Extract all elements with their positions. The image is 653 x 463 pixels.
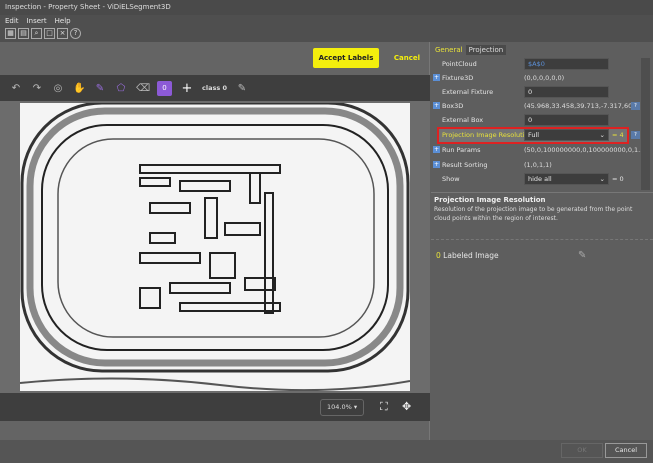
external-fixture-input[interactable]: 0 — [524, 86, 609, 98]
polygon-icon[interactable]: ⬠ — [115, 83, 127, 94]
property-value: (0,0,0,0,0,0) — [524, 74, 565, 82]
labeled-count: 0 — [436, 251, 441, 260]
table-icon[interactable]: ▤ — [18, 28, 29, 39]
accept-labels-button[interactable]: Accept Labels — [313, 48, 379, 68]
fit-to-screen-icon[interactable]: ⛶ — [380, 400, 388, 414]
undo-icon[interactable]: ↶ — [10, 83, 22, 94]
menu-bar: Edit Insert Help — [0, 15, 653, 27]
property-result-sorting: + Result Sorting (1,0,1,1) — [432, 158, 640, 172]
expand-icon[interactable]: + — [433, 102, 440, 109]
grid-icon[interactable]: ▦ — [5, 28, 16, 39]
expand-icon[interactable]: + — [433, 161, 440, 168]
zoom-value: 104.0% — [327, 403, 352, 411]
property-label: PointCloud — [442, 60, 477, 68]
expand-icon[interactable]: + — [433, 146, 440, 153]
toolbar: ▦ ▤ ⌕ □ ⨯ ? — [0, 27, 653, 42]
tab-general[interactable]: General — [432, 45, 466, 55]
property-label: Fixture3D — [442, 74, 474, 82]
property-label: Result Sorting — [442, 161, 488, 169]
property-value: (50,0,100000000,0,100000000,0,1... — [524, 146, 645, 154]
redo-icon[interactable]: ↷ — [31, 83, 43, 94]
property-scrollbar[interactable] — [641, 58, 650, 190]
property-tabs: General Projection — [432, 45, 507, 55]
canvas-bottom-bar — [0, 393, 430, 421]
external-box-input[interactable]: 0 — [524, 114, 609, 126]
menu-insert[interactable]: Insert — [27, 17, 47, 25]
property-run-params: + Run Params (50,0,100000000,0,100000000,0… — [432, 143, 644, 157]
chevron-down-icon: ▾ — [353, 403, 358, 411]
property-external-fixture: External Fixture 0 — [432, 85, 640, 99]
menu-edit[interactable]: Edit — [5, 17, 19, 25]
dialog-footer — [0, 440, 653, 463]
hand-icon[interactable]: ✋ — [73, 83, 85, 94]
property-label: Run Params — [442, 146, 481, 154]
cancel-button[interactable]: Cancel — [605, 443, 647, 458]
property-description: Projection Image Resolution Resolution o… — [431, 192, 653, 240]
cancel-labels-button[interactable]: Cancel — [390, 48, 424, 68]
property-box3d: + Box3D (45.968,33.458,39.713,-7.317,60.4.… — [432, 99, 645, 113]
property-show: Show hide all ⌄ = 0 — [432, 172, 640, 186]
property-value: (45.968,33.458,39.713,-7.317,60.4... — [524, 102, 645, 110]
select-value: Full — [528, 131, 540, 139]
property-label: Box3D — [442, 102, 464, 110]
title-bar: Inspection - Property Sheet - ViDiELSegm… — [0, 0, 653, 15]
add-class-icon[interactable]: + — [181, 81, 193, 96]
eraser-icon[interactable]: ⌫ — [136, 83, 150, 94]
chevron-down-icon: ⌄ — [599, 175, 605, 183]
show-select[interactable]: hide all ⌄ — [524, 173, 609, 185]
resolution-select[interactable]: Full ⌄ — [524, 129, 609, 141]
property-label: External Fixture — [442, 88, 494, 96]
property-label: Projection Image Resolution — [442, 131, 533, 139]
labeled-image-row: 0 Labeled Image — [436, 251, 499, 260]
move-icon[interactable]: ✥ — [402, 400, 411, 413]
labeled-label: Labeled Image — [443, 251, 499, 260]
property-projection-resolution: Projection Image Resolution Full ⌄ = 4? — [432, 128, 640, 142]
chevron-down-icon: ⌄ — [599, 131, 605, 139]
property-suffix: = 4 — [612, 131, 624, 139]
edit-toolbar: ↶ ↷ ◎ ✋ ✎ ⬠ ⌫ 0 + class 0 ✎ — [0, 75, 430, 101]
property-fixture3d: + Fixture3D (0,0,0,0,0,0) — [432, 71, 640, 85]
description-title: Projection Image Resolution — [434, 196, 546, 204]
zoom-select[interactable]: 104.0% ▾ — [320, 399, 364, 416]
property-external-box: External Box 0 — [432, 113, 640, 127]
property-suffix: = 0 — [612, 175, 624, 183]
class-count-badge[interactable]: 0 — [157, 80, 172, 96]
property-value: (1,0,1,1) — [524, 161, 552, 169]
property-label: Show — [442, 175, 460, 183]
target-icon[interactable]: ◎ — [52, 83, 64, 94]
brush-icon[interactable]: ✎ — [94, 83, 106, 94]
pencil-icon[interactable]: ✎ — [578, 250, 586, 261]
projection-image[interactable] — [19, 101, 411, 392]
help-icon[interactable]: ? — [70, 28, 81, 39]
expand-icon[interactable]: + — [433, 74, 440, 81]
help-icon[interactable]: ? — [631, 102, 640, 110]
help-icon[interactable]: ? — [631, 131, 640, 139]
property-label: External Box — [442, 116, 484, 124]
pencil-icon[interactable]: ✎ — [236, 83, 248, 94]
description-text: Resolution of the projection image to be… — [434, 206, 633, 222]
fit-icon[interactable]: ⨯ — [57, 28, 68, 39]
pointcloud-input[interactable]: $A$0 — [524, 58, 609, 70]
tab-projection[interactable]: Projection — [465, 45, 507, 55]
window-title: Inspection - Property Sheet - ViDiELSegm… — [5, 3, 171, 11]
ok-button[interactable]: OK — [561, 443, 603, 458]
zoom-icon[interactable]: □ — [44, 28, 55, 39]
class-name: class 0 — [202, 84, 227, 92]
property-pointcloud: PointCloud $A$0 — [432, 57, 640, 71]
select-value: hide all — [528, 175, 552, 183]
menu-help[interactable]: Help — [55, 17, 71, 25]
search-icon[interactable]: ⌕ — [31, 28, 42, 39]
